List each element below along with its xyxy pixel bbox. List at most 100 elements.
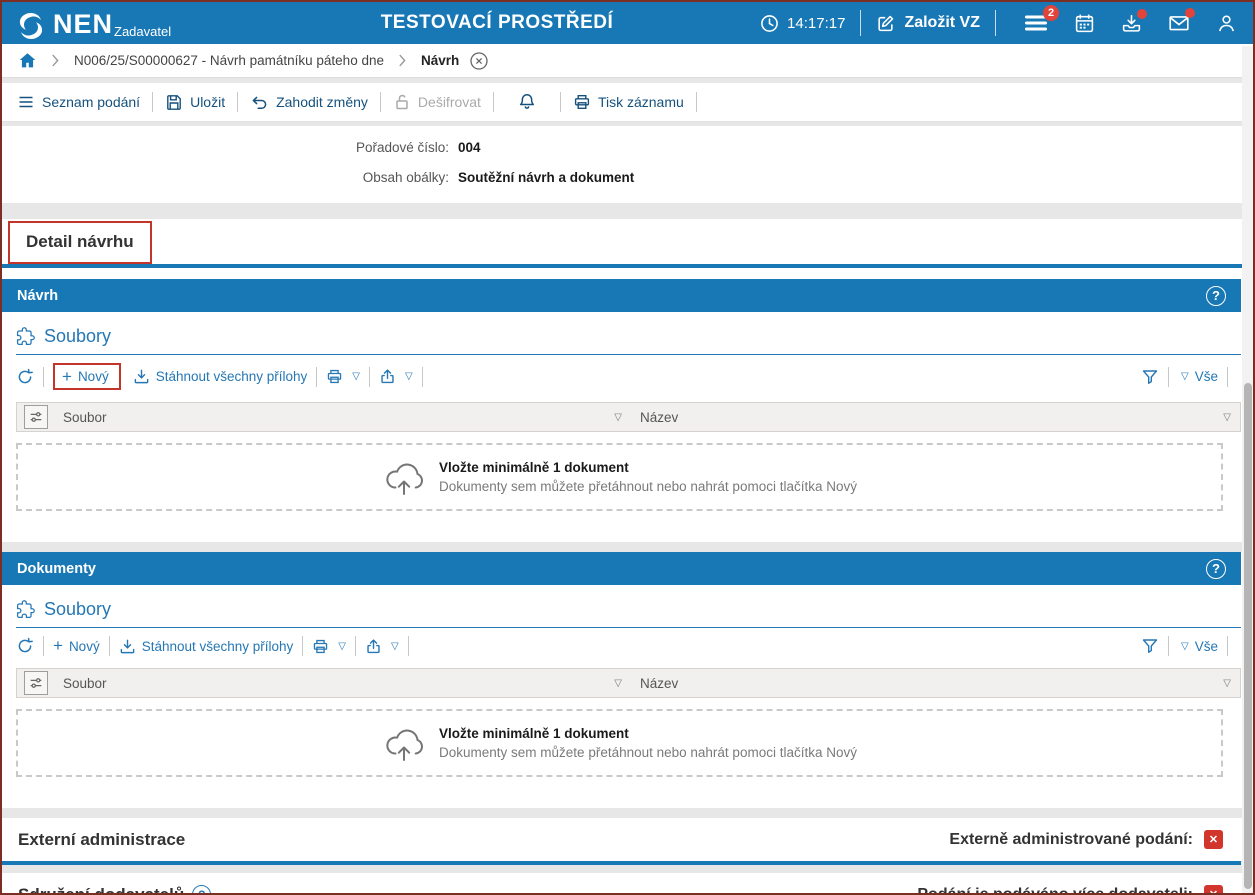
discard-changes-button[interactable]: Zahodit změny: [250, 93, 368, 111]
column-filter-caret[interactable]: ▽: [1223, 678, 1231, 689]
user-icon: [1219, 14, 1234, 31]
tab-detail-navrhu[interactable]: Detail návrhu: [8, 221, 152, 264]
inbox-downloads-button[interactable]: [1121, 8, 1147, 34]
panel-bottom-padding: [2, 511, 1241, 542]
toolbar-divider: [695, 92, 697, 112]
filter-button[interactable]: [1141, 368, 1159, 386]
new-file-button[interactable]: + Nový: [62, 368, 109, 385]
annotation-box-new: + Nový: [53, 363, 121, 390]
refresh-icon: [18, 637, 33, 653]
refresh-icon: [18, 368, 33, 383]
file-dropzone[interactable]: Vložte minimálně 1 dokument Dokumenty se…: [16, 709, 1223, 777]
clock-icon: [761, 14, 778, 32]
download-icon: [120, 639, 135, 653]
refresh-button[interactable]: [16, 368, 34, 386]
section-externi-administrace: Externí administrace Externě administrov…: [2, 818, 1253, 861]
filter-button[interactable]: [1141, 637, 1159, 655]
topbar-divider: [995, 10, 996, 36]
decrypt-button: Dešifrovat: [393, 93, 481, 111]
help-icon[interactable]: ?: [192, 885, 212, 893]
notification-bell-icon: [519, 94, 535, 109]
toolbar-divider: [379, 92, 381, 112]
save-icon: [167, 95, 181, 110]
sdruzeni-title: Sdružení dodavatelů ?: [18, 885, 212, 893]
section-header-dokumenty: Dokumenty ?: [2, 552, 1241, 585]
spacer: [2, 808, 1253, 818]
sliders-icon: [30, 412, 41, 422]
list-icon: [19, 96, 33, 108]
dropzone-title: Vložte minimálně 1 dokument: [439, 460, 629, 475]
caret-down-icon: ▽: [391, 640, 399, 652]
toolbar-divider: [152, 92, 154, 112]
section-navrh: Návrh ? Soubory + Nový Stáhnout všechny …: [2, 268, 1253, 542]
filter-scope-dropdown[interactable]: ▽ Vše: [1178, 639, 1218, 654]
refresh-button[interactable]: [16, 637, 34, 655]
print-menu-button[interactable]: ▽: [326, 368, 360, 385]
toolbar-divider: [492, 92, 494, 112]
filter-scope-dropdown[interactable]: ▽ Vše: [1178, 369, 1218, 384]
toolbar-divider: [355, 636, 356, 656]
puzzle-icon: [16, 600, 35, 619]
ext-admin-status-no-icon[interactable]: ✕: [1204, 830, 1223, 849]
caret-down-icon: ▽: [1181, 640, 1189, 652]
section-dokumenty: Dokumenty ? Soubory + Nový Stáhnout všec…: [2, 552, 1253, 808]
sdruzeni-status-no-icon[interactable]: ✕: [1204, 885, 1223, 893]
close-tab-icon[interactable]: [469, 51, 489, 71]
column-filter-caret[interactable]: ▽: [614, 412, 622, 423]
cloud-upload-icon: [386, 729, 423, 761]
seznam-podani-button[interactable]: Seznam podání: [17, 93, 140, 111]
toolbar-divider: [43, 636, 44, 656]
section-title: Dokumenty: [17, 560, 96, 577]
calendar-button[interactable]: [1074, 13, 1095, 34]
breadcrumb-current-page: Návrh: [420, 53, 460, 68]
notifications-button[interactable]: [517, 92, 537, 112]
toolbar-divider: [43, 366, 44, 387]
export-menu-button[interactable]: ▽: [365, 638, 399, 655]
breadcrumb-procedure-link[interactable]: N006/25/S00000627 - Návrh památníku páte…: [74, 53, 384, 68]
files-toolbar: + Nový Stáhnout všechny přílohy ▽ ▽ ▽ Vš…: [2, 355, 1241, 398]
time-value: 14:17:17: [787, 14, 846, 32]
main-menu-button[interactable]: 2: [1024, 5, 1059, 33]
help-icon[interactable]: ?: [1206, 285, 1226, 306]
dropzone-hint: Dokumenty sem můžete přetáhnout nebo nah…: [439, 479, 857, 494]
home-icon[interactable]: [18, 51, 37, 70]
print-menu-button[interactable]: ▽: [312, 638, 346, 655]
column-soubor: Soubor ▽: [63, 675, 622, 691]
undo-icon: [252, 96, 267, 110]
topbar: NEN Zadavatel TESTOVACÍ PROSTŘEDÍ 14:17:…: [2, 2, 1253, 44]
create-vz-button[interactable]: Založit VZ: [876, 14, 980, 33]
column-nazev: Název ▽: [640, 675, 1231, 691]
download-all-button[interactable]: Stáhnout všechny přílohy: [133, 368, 307, 385]
inbox-alert-dot: [1137, 8, 1147, 19]
sdruzeni-label: Podání je podáváno více dodavateli:: [917, 885, 1193, 895]
column-nazev: Název ▽: [640, 409, 1231, 425]
tab-bar: Detail návrhu: [2, 219, 1253, 264]
toolbar-divider: [1227, 636, 1228, 656]
column-settings-button[interactable]: [23, 671, 48, 695]
filter-funnel-icon: [1142, 639, 1158, 653]
printer-icon: [328, 369, 342, 384]
column-settings-button[interactable]: [23, 405, 48, 429]
nen-logo[interactable]: NEN Zadavatel: [16, 6, 171, 41]
messages-alert-dot: [1185, 8, 1195, 18]
topbar-actions: 14:17:17 Založit VZ 2: [760, 5, 1239, 36]
export-menu-button[interactable]: ▽: [379, 368, 413, 385]
user-profile-button[interactable]: [1216, 13, 1237, 34]
envelope-content-value: Soutěžní návrh a dokument: [458, 170, 635, 185]
scrollbar-thumb[interactable]: [1243, 383, 1252, 889]
print-record-button[interactable]: Tisk záznamu: [573, 93, 684, 111]
column-filter-caret[interactable]: ▽: [614, 678, 622, 689]
server-time: 14:17:17: [760, 14, 845, 33]
vertical-scrollbar[interactable]: [1242, 46, 1253, 893]
new-file-button[interactable]: + Nový: [53, 637, 100, 654]
save-button[interactable]: Uložit: [165, 93, 225, 111]
column-filter-caret[interactable]: ▽: [1223, 412, 1231, 423]
printer-icon: [574, 95, 590, 110]
file-dropzone[interactable]: Vložte minimálně 1 dokument Dokumenty se…: [16, 443, 1223, 511]
help-icon[interactable]: ?: [1206, 558, 1226, 579]
column-soubor: Soubor ▽: [63, 409, 622, 425]
messages-button[interactable]: [1168, 8, 1195, 34]
toolbar-divider: [1227, 366, 1228, 387]
toolbar-divider: [237, 92, 239, 112]
download-all-button[interactable]: Stáhnout všechny přílohy: [119, 638, 293, 655]
